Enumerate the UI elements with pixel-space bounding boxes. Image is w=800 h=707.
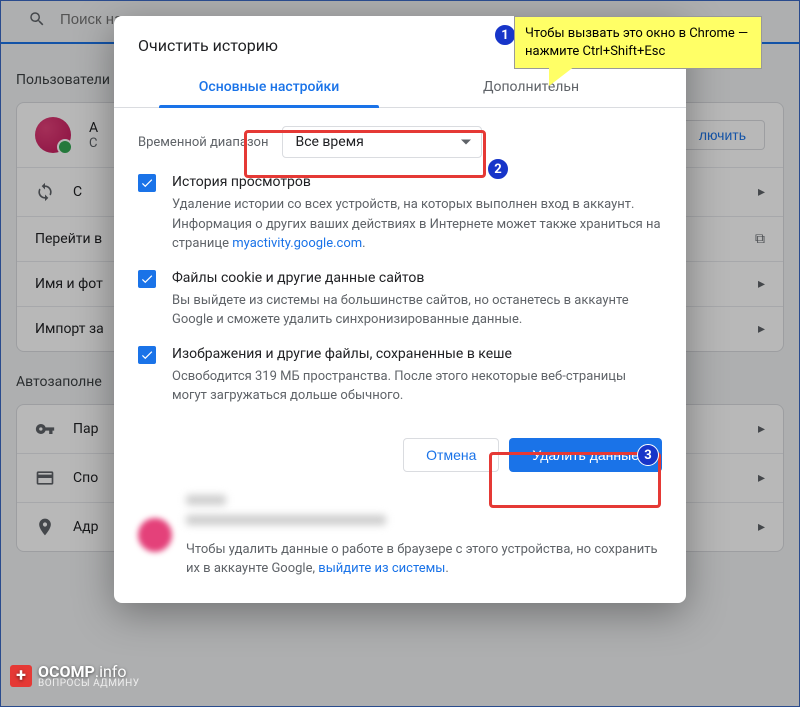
option-title: Изображения и другие файлы, сохраненные … [172,344,662,365]
option-browsing-history[interactable]: История просмотров Удаление истории со в… [138,172,662,254]
time-range-value: Все время [295,134,363,150]
modal-overlay: Очистить историю Основные настройки Допо… [0,0,800,707]
annotation-badge-3: 3 [637,444,659,466]
annotation-note: Чтобы вызвать это окно в Chrome — нажмит… [514,16,762,69]
option-desc: Освободится 319 МБ пространства. После э… [172,369,626,404]
time-range-select[interactable]: Все время [282,126,482,158]
checkbox-checked-icon[interactable] [138,346,156,364]
checkbox-checked-icon[interactable] [138,270,156,288]
watermark: + OCOMP.info ВОПРОСЫ АДМИНУ [10,662,140,689]
option-title: История просмотров [172,172,662,193]
plus-icon: + [10,665,32,687]
chevron-down-icon [461,140,471,145]
option-cookies[interactable]: Файлы cookie и другие данные сайтов Вы в… [138,268,662,330]
time-range-label: Временной диапазон [138,135,268,150]
clear-history-dialog: Очистить историю Основные настройки Допо… [114,16,686,603]
option-title: Файлы cookie и другие данные сайтов [172,268,662,289]
tab-advanced[interactable]: Дополнительн [400,67,662,107]
cancel-button[interactable]: Отмена [403,438,499,472]
sign-out-link[interactable]: выйдите из системы [318,561,445,576]
myactivity-link[interactable]: myactivity.google.com [232,236,362,251]
avatar-icon [138,518,172,552]
tab-basic[interactable]: Основные настройки [138,67,400,107]
dialog-tabs: Основные настройки Дополнительн [114,67,686,108]
checkbox-checked-icon[interactable] [138,174,156,192]
dialog-footer: Чтобы удалить данные о работе в браузере… [114,472,686,579]
annotation-badge-1: 1 [494,24,516,46]
option-desc: Вы выйдете из системы на большинстве сай… [172,293,629,328]
annotation-badge-2: 2 [487,158,509,180]
option-cache[interactable]: Изображения и другие файлы, сохраненные … [138,344,662,406]
